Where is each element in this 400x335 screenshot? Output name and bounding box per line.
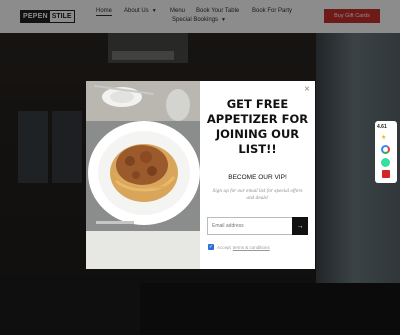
star-icon: ★ [381,135,387,141]
modal-description: Sign up for our email list for special o… [212,188,303,200]
rating-value: 4.61 [377,124,387,130]
terms-link[interactable]: terms & conditions [233,245,270,250]
terms-checkbox[interactable]: ✓ [208,244,214,250]
submit-arrow-button[interactable]: → [292,217,308,235]
signup-modal: × GET FREE APPETIZER FOR JOINING OUR LIS… [86,81,315,269]
yelp-icon[interactable] [382,170,390,178]
google-icon[interactable] [381,145,390,154]
pasta-dish-image [86,81,200,269]
modal-headline: GET FREE APPETIZER FOR JOINING OUR LIST!… [206,97,309,156]
modal-content: × GET FREE APPETIZER FOR JOINING OUR LIS… [200,81,315,269]
reviews-widget[interactable]: 4.61 ★ [375,121,397,183]
modal-subheading: BECOME OUR VIP! [228,174,287,181]
close-icon[interactable]: × [304,85,310,95]
terms-consent: ✓ Accept terms & conditions [208,244,270,250]
pasta-dish-illustration [86,81,200,269]
terms-prefix: Accept [217,244,231,250]
email-field[interactable] [207,217,293,235]
tripadvisor-icon[interactable] [381,158,390,167]
